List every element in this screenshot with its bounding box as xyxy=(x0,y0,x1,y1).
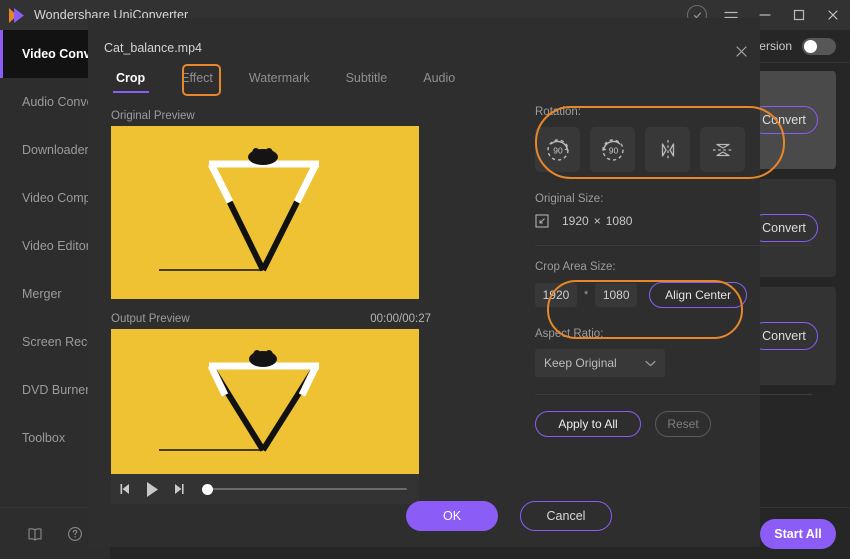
rotate-left-90-button[interactable]: 90 xyxy=(590,127,635,172)
crop-size-separator: * xyxy=(583,289,589,301)
sidebar-item-label: Video Editor xyxy=(22,239,90,253)
original-preview-video[interactable] xyxy=(111,126,419,299)
settings-column: Rotation: 90 90 Original Size: 1920 × 10… xyxy=(535,106,812,437)
maximize-icon xyxy=(793,9,805,21)
aspect-ratio-select[interactable]: Keep Original xyxy=(535,349,665,377)
tab-label: Watermark xyxy=(248,71,310,85)
tab-active-underline xyxy=(112,91,149,93)
convert-button[interactable]: Convert xyxy=(750,214,818,242)
preview-timecode: 00:00/00:27 xyxy=(370,313,431,325)
tab-label: Effect xyxy=(181,71,213,85)
apply-to-all-button[interactable]: Apply to All xyxy=(535,411,641,437)
close-icon xyxy=(735,45,747,57)
actions-divider xyxy=(535,394,812,395)
output-preview-header: Output Preview 00:00/00:27 xyxy=(111,309,431,329)
svg-text:90: 90 xyxy=(608,145,618,155)
output-preview-label: Output Preview xyxy=(111,313,190,325)
flip-horizontal-button[interactable] xyxy=(645,127,690,172)
rotate-right-90-icon: 90 xyxy=(546,138,569,161)
playback-progress-slider[interactable] xyxy=(202,483,407,495)
video-frame-graphic xyxy=(111,329,419,474)
aspect-ratio-value: Keep Original xyxy=(544,356,617,370)
sidebar-item-label: Toolbox xyxy=(22,431,66,445)
crop-dialog: Cat_balance.mp4 Crop Effect Watermark Su… xyxy=(88,18,812,547)
original-preview-label: Original Preview xyxy=(111,110,195,122)
tab-label: Subtitle xyxy=(345,71,388,85)
preview-column: Original Preview Output Preview 00:00/00… xyxy=(111,106,431,504)
rotation-label: Rotation: xyxy=(535,106,582,118)
cancel-button[interactable]: Cancel xyxy=(520,501,612,531)
dialog-footer: OK Cancel xyxy=(88,501,760,531)
settings-divider xyxy=(535,245,812,246)
maximize-button[interactable] xyxy=(782,0,816,30)
aspect-ratio-label: Aspect Ratio: xyxy=(535,328,604,340)
tab-subtitle[interactable]: Subtitle xyxy=(328,63,406,93)
expand-icon xyxy=(535,214,549,228)
help-icon[interactable] xyxy=(67,526,83,542)
play-logo-icon xyxy=(8,7,24,23)
previous-frame-icon xyxy=(120,484,129,494)
ok-button[interactable]: OK xyxy=(406,501,498,531)
play-icon xyxy=(147,481,158,497)
play-button[interactable] xyxy=(144,481,160,498)
dialog-filename: Cat_balance.mp4 xyxy=(104,41,202,55)
playback-controls xyxy=(111,474,419,504)
slider-thumb[interactable] xyxy=(202,483,213,495)
flip-vertical-button[interactable] xyxy=(700,127,745,172)
start-all-button[interactable]: Start All xyxy=(760,518,836,549)
align-center-button[interactable]: Align Center xyxy=(649,282,748,308)
next-frame-button[interactable] xyxy=(171,483,185,495)
chevron-down-icon xyxy=(645,360,656,367)
rotate-right-90-button[interactable]: 90 xyxy=(535,127,580,172)
flip-vertical-icon xyxy=(712,143,733,156)
original-width-value: 1920 xyxy=(562,214,589,228)
dialog-body: Original Preview Output Preview 00:00/00… xyxy=(88,96,812,547)
next-frame-icon xyxy=(175,484,184,494)
original-size-separator: × xyxy=(593,214,601,228)
tab-watermark[interactable]: Watermark xyxy=(231,63,328,93)
book-icon[interactable] xyxy=(27,527,43,541)
rotate-left-90-icon: 90 xyxy=(601,138,624,161)
dialog-close-button[interactable] xyxy=(730,40,752,62)
app-logo xyxy=(0,0,32,30)
crop-area-row: 1920 * 1080 Align Center xyxy=(535,282,748,308)
flip-horizontal-icon xyxy=(661,139,674,160)
tab-label: Crop xyxy=(116,71,146,85)
reset-button[interactable]: Reset xyxy=(655,411,711,437)
crop-width-input[interactable]: 1920 xyxy=(535,283,577,307)
tab-crop[interactable]: Crop xyxy=(98,63,163,93)
dialog-tabs: Crop Effect Watermark Subtitle Audio xyxy=(98,63,473,93)
close-icon xyxy=(828,10,838,20)
tab-effect[interactable]: Effect xyxy=(163,63,231,93)
settings-action-row: Apply to All Reset xyxy=(535,411,747,437)
video-frame-graphic xyxy=(111,126,419,299)
crop-area-size-label: Crop Area Size: xyxy=(535,261,616,273)
crop-height-input[interactable]: 1080 xyxy=(595,283,638,307)
sidebar-item-label: Merger xyxy=(22,287,62,301)
close-button[interactable] xyxy=(816,0,850,30)
original-preview-header: Original Preview xyxy=(111,106,431,126)
output-preview-video[interactable] xyxy=(111,329,419,474)
tab-audio[interactable]: Audio xyxy=(405,63,473,93)
minimize-icon xyxy=(759,14,771,16)
original-size-label: Original Size: xyxy=(535,193,604,205)
previous-frame-button[interactable] xyxy=(119,483,133,495)
sidebar-item-label: DVD Burner xyxy=(22,383,90,397)
convert-button[interactable]: Convert xyxy=(750,322,818,350)
original-size-row: 1920 × 1080 xyxy=(535,214,747,228)
convert-button[interactable]: Convert xyxy=(750,106,818,134)
tab-label: Audio xyxy=(423,71,456,85)
svg-text:90: 90 xyxy=(553,145,563,155)
original-height-value: 1080 xyxy=(605,214,633,228)
slider-track xyxy=(202,488,407,490)
conversion-toggle[interactable] xyxy=(802,37,836,55)
toggle-knob xyxy=(804,39,817,53)
application-window: Wondershare UniConverter Video Converter… xyxy=(0,0,850,559)
sidebar-item-label: Downloader xyxy=(22,143,89,157)
rotation-button-row: 90 90 xyxy=(535,127,747,172)
